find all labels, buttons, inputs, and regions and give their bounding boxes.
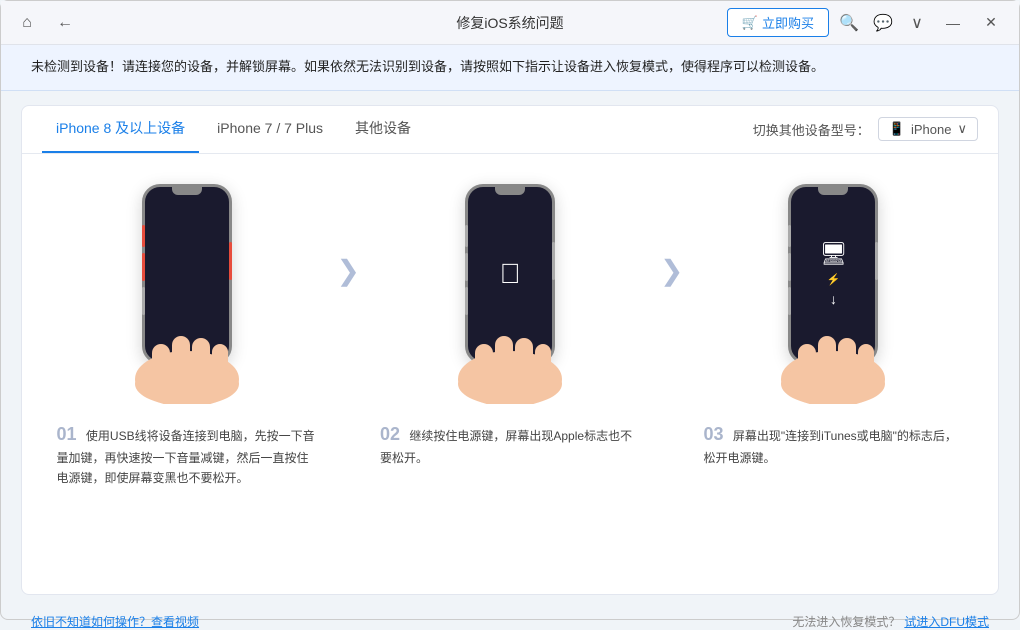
- arrow-1: ❯: [337, 254, 360, 287]
- step-3-desc: 03 屏幕出现"连接到iTunes或电脑"的标志后，松开电源键。: [703, 420, 963, 469]
- hand-svg-3: [768, 324, 898, 404]
- title-bar: ⌂ ← 修复iOS系统问题 🛒 立即购买 🔍 💬 ∨ — ✕: [1, 1, 1019, 45]
- lightning-icon: ⚡: [827, 273, 841, 286]
- apple-logo-2: : [500, 258, 521, 290]
- step-3-col: 🖥 ⚡ ↓: [703, 174, 963, 469]
- buy-button[interactable]: 🛒 立即购买: [727, 8, 829, 37]
- close-button[interactable]: ✕: [975, 7, 1007, 39]
- search-button[interactable]: 🔍: [835, 9, 863, 37]
- alert-text: 未检测到设备！请连接您的设备，并解锁屏幕。如果依然无法识别到设备，请按照如下指示…: [31, 59, 824, 74]
- minimize-button[interactable]: —: [937, 7, 969, 39]
- device-dropdown[interactable]: 📱 iPhone ∨: [878, 117, 978, 141]
- chat-button[interactable]: 💬: [869, 9, 897, 37]
- hand-svg-1: [122, 324, 252, 404]
- title-bar-right: 🛒 立即购买 🔍 💬 ∨ — ✕: [727, 7, 1007, 39]
- tab-iphone7[interactable]: iPhone 7 / 7 Plus: [203, 105, 337, 153]
- tab-iphone8[interactable]: iPhone 8 及以上设备: [42, 105, 199, 153]
- step-3-phone: 🖥 ⚡ ↓: [753, 174, 913, 404]
- device-switch-label: 切换其他设备型号：: [753, 120, 870, 139]
- monitor-icon: 🖥: [820, 241, 848, 267]
- back-button[interactable]: ←: [51, 9, 79, 37]
- recovery-text: 无法进入恢复模式？: [792, 613, 900, 630]
- tab-other[interactable]: 其他设备: [341, 105, 425, 153]
- help-link[interactable]: 依旧不知道如何操作？查看视频: [31, 613, 199, 630]
- tabs-row: iPhone 8 及以上设备 iPhone 7 / 7 Plus 其他设备 切换…: [22, 106, 998, 154]
- step-2-col:  02 继续按住电源键，屏幕出现Apple标志也不要松开。: [380, 174, 640, 469]
- itunes-icon: 🖥 ⚡ ↓: [820, 241, 848, 307]
- step-2-phone: : [430, 174, 590, 404]
- chat-icon: 💬: [873, 13, 893, 33]
- recovery-link[interactable]: 试进入DFU模式: [904, 613, 989, 630]
- title-bar-left: ⌂ ←: [13, 9, 79, 37]
- device-switch: 切换其他设备型号： 📱 iPhone ∨: [753, 117, 978, 141]
- chevron-down-icon: ∨: [911, 13, 923, 33]
- main-content: iPhone 8 及以上设备 iPhone 7 / 7 Plus 其他设备 切换…: [21, 105, 999, 595]
- device-current: iPhone: [911, 122, 951, 137]
- search-icon: 🔍: [839, 13, 859, 33]
- home-button[interactable]: ⌂: [13, 9, 41, 37]
- cart-icon: 🛒: [742, 15, 758, 31]
- window-title: 修复iOS系统问题: [456, 13, 563, 33]
- chevron-button[interactable]: ∨: [903, 9, 931, 37]
- alert-bar: 未检测到设备！请连接您的设备，并解锁屏幕。如果依然无法识别到设备，请按照如下指示…: [1, 45, 1019, 91]
- footer-bar: 依旧不知道如何操作？查看视频 无法进入恢复模式？ 试进入DFU模式: [1, 609, 1019, 630]
- dropdown-chevron-icon: ∨: [957, 121, 967, 137]
- step-1-col: 01 使用USB线将设备连接到电脑，先按一下音量加键，再快速按一下音量减键，然后…: [57, 174, 317, 489]
- step-1-phone: [107, 174, 267, 404]
- steps-area: 01 使用USB线将设备连接到电脑，先按一下音量加键，再快速按一下音量减键，然后…: [22, 154, 998, 503]
- phone-icon: 📱: [889, 121, 905, 137]
- arrow-2: ❯: [660, 254, 683, 287]
- hand-svg-2: [445, 324, 575, 404]
- step-1-desc: 01 使用USB线将设备连接到电脑，先按一下音量加键，再快速按一下音量减键，然后…: [57, 420, 317, 489]
- step-2-desc: 02 继续按住电源键，屏幕出现Apple标志也不要松开。: [380, 420, 640, 469]
- footer-right: 无法进入恢复模式？ 试进入DFU模式: [792, 613, 989, 630]
- arrow-down-icon: ↓: [830, 291, 837, 307]
